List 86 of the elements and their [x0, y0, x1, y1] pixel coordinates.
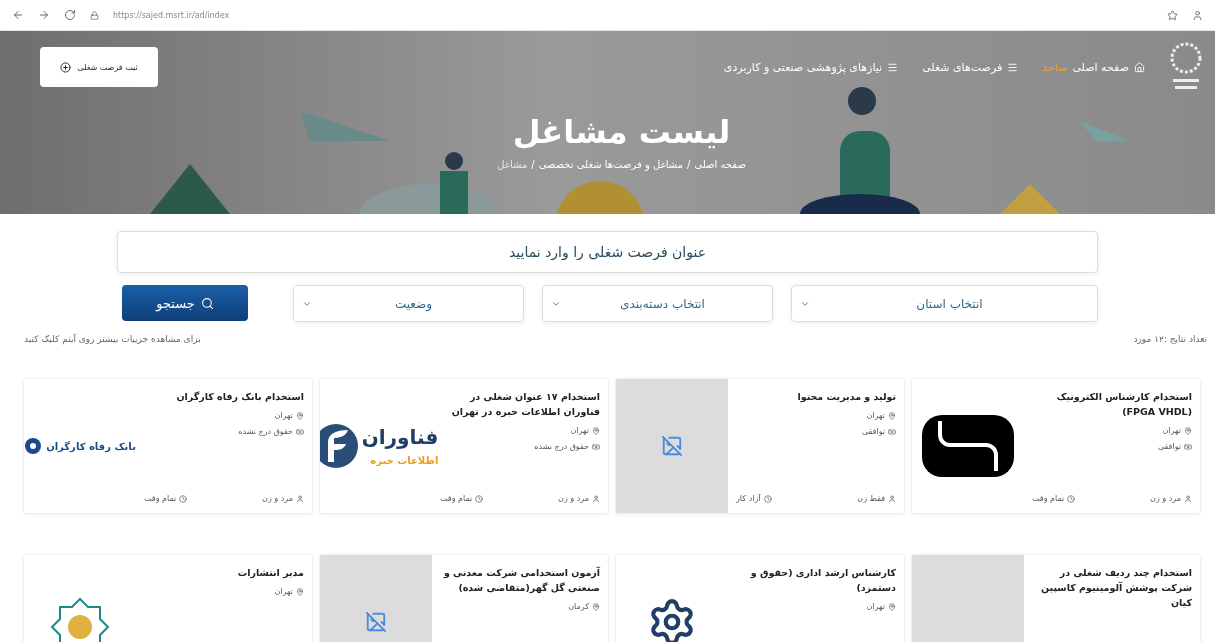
profile-icon[interactable] [1192, 9, 1203, 21]
salary-icon [592, 442, 600, 451]
search-icon [200, 296, 214, 310]
favorite-icon[interactable] [1167, 9, 1178, 21]
job-title: استخدام کارشناس الکترونیک (FPGA VHDL) [1055, 390, 1192, 420]
location-icon [296, 411, 304, 420]
filter-dropdown[interactable]: وضعیت [293, 285, 524, 322]
job-card[interactable]: استخدام بانک رفاه کارگران تهران حقوق درج نشده مرد و زن تمام وقت بانک رفاه کارگران [23, 378, 313, 514]
search-field[interactable]: عنوان فرصت شغلی را وارد نمایید [117, 231, 1098, 273]
job-title: استخدام بانک رفاه کارگران [175, 390, 304, 405]
results-count: تعداد نتایج :۱۲ مورد [1133, 334, 1207, 344]
job-gender: مرد و زن [558, 494, 589, 503]
logo-text: بانک رفاه کارگران [46, 440, 136, 452]
clock-icon [179, 494, 188, 503]
job-card[interactable]: استخدام ۱۷ عنوان شغلی در فناوران اطلاعات خبره در تهران تهران حقوق درج نشده مرد و زن تمام وقت فناوران اطلاعات خبره [319, 378, 609, 514]
logo-text: فناوران [361, 424, 439, 449]
logo-icon [922, 415, 1014, 477]
address-bar[interactable]: https://sajed.msrt.ir/ad/index [113, 10, 1153, 20]
clock-icon [1067, 494, 1076, 503]
job-title: کارشناس ارشد اداری (حقوق و دستمزد) [749, 566, 896, 596]
menu-icon [1007, 61, 1019, 73]
breadcrumb-separator: / [531, 159, 535, 170]
location-icon [888, 411, 896, 420]
person-icon [296, 494, 304, 503]
job-city: کرمان [568, 602, 589, 612]
job-card[interactable]: کارشناس ارشد اداری (حقوق و دستمزد) تهران [615, 554, 905, 642]
job-card[interactable]: آزمون استخدامی شرکت معدنی و صنعتی گل گهر(متقاضی شده) کرمان [319, 554, 609, 642]
filter-dropdown[interactable]: انتخاب دسته‌بندی [542, 285, 773, 322]
job-gender: مرد و زن [262, 494, 293, 503]
job-salary: حقوق درج نشده [534, 442, 589, 452]
menu-icon [887, 61, 899, 73]
location-icon [592, 426, 600, 435]
location-icon [888, 602, 896, 611]
salary-icon [888, 427, 896, 436]
filter-dropdown[interactable]: انتخاب استان [791, 285, 1098, 322]
job-type: آزاد کار [736, 494, 761, 503]
no-image-icon [661, 435, 683, 457]
salary-icon [1184, 442, 1192, 451]
salary-icon [296, 427, 304, 436]
ornament-icon [50, 597, 110, 642]
logo-subtext: اطلاعات خبره [370, 454, 439, 466]
logo-icon [24, 438, 43, 454]
job-title: مدیر انتشارات [236, 566, 304, 581]
search-button[interactable]: جستجو [122, 285, 248, 321]
job-gender: مرد و زن [1150, 494, 1181, 503]
job-city: تهران [274, 587, 293, 597]
back-icon[interactable] [12, 9, 24, 21]
clock-icon [763, 494, 772, 503]
job-city: تهران [570, 426, 589, 436]
location-icon [1184, 426, 1192, 435]
job-title: استخدام چند ردیف شغلی در شرکت پوشش آلومینیوم کاسپین کیان [1040, 566, 1192, 611]
location-icon [296, 587, 304, 596]
clock-icon [475, 494, 484, 503]
person-icon [592, 494, 600, 503]
person-icon [1184, 494, 1192, 503]
job-title: تولید و مدیریت محتوا [796, 390, 896, 405]
forward-icon[interactable] [38, 9, 50, 21]
no-image-icon [365, 611, 387, 633]
job-card[interactable]: استخدام کارشناس الکترونیک (FPGA VHDL) تهران توافقی مرد و زن تمام وقت [911, 378, 1201, 514]
job-type: تمام وقت [440, 494, 473, 503]
job-card[interactable]: تولید و مدیریت محتوا تهران توافقی فقط زن آزاد کار [615, 378, 905, 514]
job-gender: فقط زن [857, 494, 885, 503]
job-city: تهران [866, 602, 885, 612]
job-card[interactable]: استخدام چند ردیف شغلی در شرکت پوشش آلومینیوم کاسپین کیان [911, 554, 1201, 642]
job-salary: توافقی [861, 427, 885, 437]
breadcrumb-separator: / [687, 159, 691, 170]
page-title: لیست مشاغل [511, 113, 732, 151]
job-salary: توافقی [1157, 442, 1181, 452]
plus-icon [60, 61, 72, 73]
job-city: تهران [1162, 426, 1181, 436]
home-icon [1134, 61, 1145, 73]
post-job-button[interactable]: ثبت فرصت شغلی [40, 47, 158, 87]
job-card[interactable]: مدیر انتشارات تهران [23, 554, 313, 642]
logo-icon [320, 422, 358, 470]
results-hint: برای مشاهده جزییات بیشتر روی آیتم کلیک کنید [24, 334, 201, 344]
person-icon [888, 494, 896, 503]
reload-icon[interactable] [64, 9, 76, 21]
job-salary: حقوق درج نشده [238, 427, 293, 437]
job-type: تمام وقت [1032, 494, 1065, 503]
job-city: تهران [274, 411, 293, 421]
location-icon [592, 602, 600, 611]
job-title: استخدام ۱۷ عنوان شغلی در فناوران اطلاعات خبره در تهران [450, 390, 600, 420]
job-type: تمام وقت [144, 494, 177, 503]
lock-icon [90, 10, 99, 20]
job-city: تهران [866, 411, 885, 421]
job-title: آزمون استخدامی شرکت معدنی و صنعتی گل گهر(متقاضی شده) [442, 565, 600, 596]
